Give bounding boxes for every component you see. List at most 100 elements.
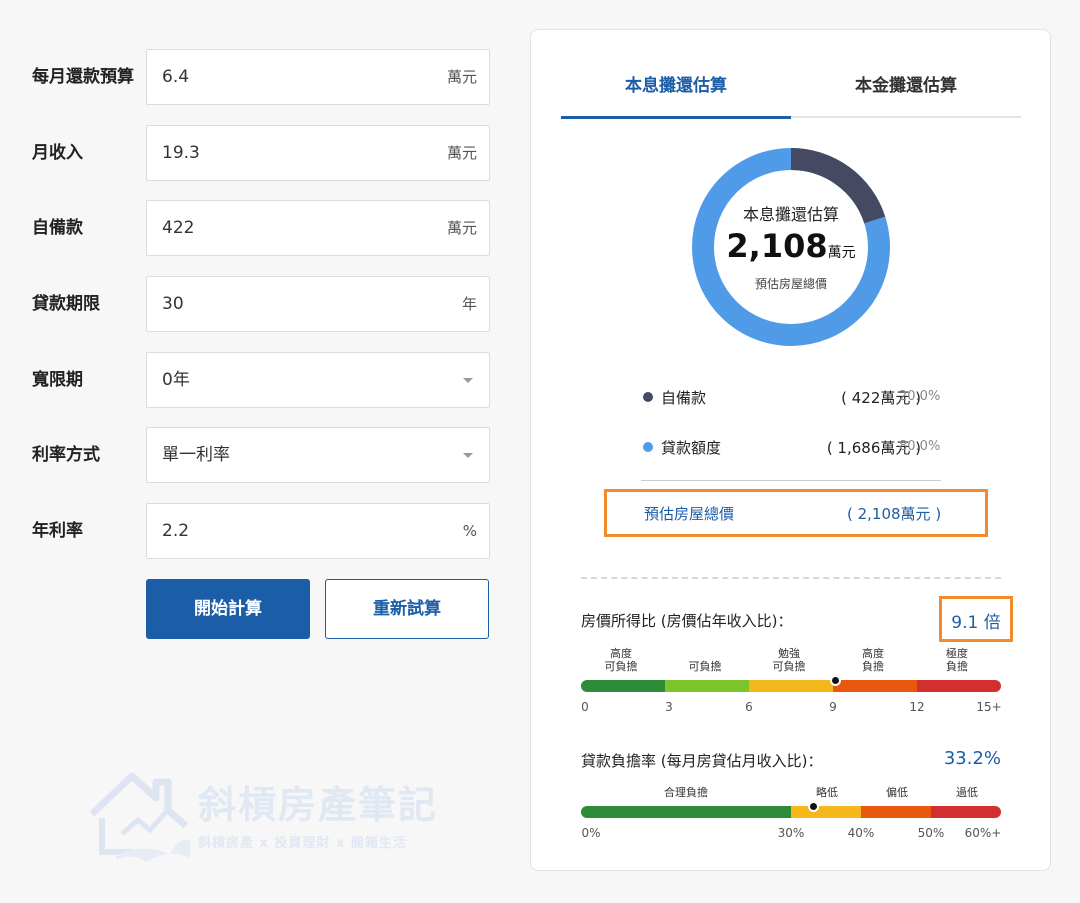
watermark-title: 斜槓房產筆記 xyxy=(198,782,439,827)
lb-level-1: 略低 xyxy=(816,786,838,799)
down-payment-unit: 萬元 xyxy=(446,219,477,237)
annual-rate-row: 年利率 2.2 % xyxy=(0,503,500,559)
legend-loan: 貸款額度 ( 1,686萬元 ) 80.0% xyxy=(641,435,961,459)
pi-level-4: 極度 負擔 xyxy=(946,647,968,673)
monthly-budget-row: 每月還款預算 6.4 萬元 xyxy=(0,49,500,105)
pi-segment-2 xyxy=(749,680,833,692)
pi-tick-5: 15+ xyxy=(976,700,1002,714)
chevron-down-icon xyxy=(463,378,473,383)
annual-rate-label: 年利率 xyxy=(32,521,83,541)
lb-segment-0 xyxy=(581,806,791,818)
legend-divider xyxy=(641,480,941,481)
annual-rate-unit: % xyxy=(462,522,477,540)
loan-burden-marker xyxy=(807,801,819,812)
price-income-label: 房價所得比 (房價佔年收入比)： xyxy=(581,612,793,630)
monthly-income-row: 月收入 19.3 萬元 xyxy=(0,125,500,181)
reset-button[interactable]: 重新試算 xyxy=(325,579,489,639)
annual-rate-value: 2.2 xyxy=(162,521,190,541)
loan-term-unit: 年 xyxy=(461,295,477,313)
donut-chart: 本息攤還估算 2,108萬元 預估房屋總價 xyxy=(691,147,891,347)
legend-label: 自備款 xyxy=(661,389,707,407)
pi-tick-4: 12 xyxy=(909,700,925,714)
lb-segment-1 xyxy=(791,806,861,818)
pi-tick-3: 9 xyxy=(829,700,837,714)
result-tabs: 本息攤還估算 本金攤還估算 xyxy=(561,66,1021,119)
pi-level-3: 高度 負擔 xyxy=(862,647,884,673)
loan-term-row: 貸款期限 30 年 xyxy=(0,276,500,332)
donut-value: 2,108萬元 xyxy=(691,227,891,265)
annual-rate-input[interactable]: 2.2 % xyxy=(146,503,490,559)
monthly-budget-value: 6.4 xyxy=(162,67,190,87)
monthly-income-label: 月收入 xyxy=(32,143,83,163)
loan-burden-bar xyxy=(581,806,1001,818)
rate-type-label: 利率方式 xyxy=(32,445,100,465)
donut-unit: 萬元 xyxy=(827,245,856,261)
tab-equal-principal[interactable]: 本金攤還估算 xyxy=(791,66,1021,118)
pi-tick-1: 3 xyxy=(665,700,673,714)
loan-term-input[interactable]: 30 年 xyxy=(146,276,490,332)
lb-level-2: 偏低 xyxy=(886,786,908,799)
down-payment-input[interactable]: 422 萬元 xyxy=(146,200,490,256)
loan-term-label: 貸款期限 xyxy=(32,294,100,314)
monthly-income-input[interactable]: 19.3 萬元 xyxy=(146,125,490,181)
total-price-box: 預估房屋總價 ( 2,108萬元 ) xyxy=(604,489,988,537)
lb-level-3: 過低 xyxy=(956,786,978,799)
pi-segment-3 xyxy=(833,680,917,692)
donut-center: 本息攤還估算 2,108萬元 預估房屋總價 xyxy=(691,147,891,347)
pi-segment-0 xyxy=(581,680,665,692)
lb-tick-0: 0% xyxy=(581,826,601,840)
lb-tick-3: 50% xyxy=(917,826,945,840)
grace-period-select[interactable]: 0年 xyxy=(146,352,490,408)
pi-tick-2: 6 xyxy=(745,700,753,714)
pi-segment-4 xyxy=(917,680,1001,692)
rate-type-select[interactable]: 單一利率 xyxy=(146,427,490,483)
legend-dot xyxy=(643,442,653,452)
grace-period-label: 寬限期 xyxy=(32,370,83,390)
watermark: 斜槓房產筆記 斜槓房產 x 投資理財 x 開箱生活 xyxy=(86,768,446,868)
lb-tick-4: 60%+ xyxy=(964,826,1002,840)
monthly-income-value: 19.3 xyxy=(162,143,200,163)
lb-level-0: 合理負擔 xyxy=(664,786,708,799)
legend-dot xyxy=(643,392,653,402)
down-payment-label: 自備款 xyxy=(32,218,83,238)
legend-label: 貸款額度 xyxy=(661,439,722,457)
loan-burden-label: 貸款負擔率 (每月房貸佔月收入比)： xyxy=(581,752,823,770)
pi-level-2: 勉強 可負擔 xyxy=(772,647,806,673)
lb-segment-3 xyxy=(931,806,1001,818)
pi-segment-1 xyxy=(665,680,749,692)
grace-period-value: 0年 xyxy=(162,370,190,390)
down-payment-row: 自備款 422 萬元 xyxy=(0,200,500,256)
price-income-bar xyxy=(581,680,1001,692)
tab-equal-payment[interactable]: 本息攤還估算 xyxy=(561,66,791,119)
rate-type-value: 單一利率 xyxy=(162,445,230,465)
legend-down-payment: 自備款 ( 422萬元 ) 20.0% xyxy=(641,385,961,409)
legend-pct: 80.0% xyxy=(899,439,941,454)
total-price-label: 預估房屋總價 xyxy=(644,505,735,523)
pi-level-0: 高度 可負擔 xyxy=(604,647,638,673)
donut-number: 2,108 xyxy=(726,227,828,265)
chevron-down-icon xyxy=(463,453,473,458)
donut-subtitle: 預估房屋總價 xyxy=(754,277,827,291)
calculate-button[interactable]: 開始計算 xyxy=(146,579,310,639)
monthly-budget-input[interactable]: 6.4 萬元 xyxy=(146,49,490,105)
pi-tick-0: 0 xyxy=(581,700,589,714)
legend-pct: 20.0% xyxy=(899,389,941,404)
grace-period-row: 寬限期 0年 xyxy=(0,352,500,408)
lb-segment-2 xyxy=(861,806,931,818)
price-income-value: 9.1 倍 xyxy=(951,613,1001,633)
total-price-value: ( 2,108萬元 ) xyxy=(847,505,942,523)
lb-tick-1: 30% xyxy=(777,826,805,840)
rate-type-row: 利率方式 單一利率 xyxy=(0,427,500,483)
lb-tick-2: 40% xyxy=(847,826,875,840)
monthly-income-unit: 萬元 xyxy=(446,144,477,162)
dashed-divider xyxy=(581,577,1001,579)
down-payment-value: 422 xyxy=(162,218,195,238)
pi-level-1: 可負擔 xyxy=(688,660,722,673)
price-income-box: 9.1 倍 xyxy=(939,596,1013,642)
loan-term-value: 30 xyxy=(162,294,184,314)
monthly-budget-label: 每月還款預算 xyxy=(32,67,134,87)
loan-burden-value: 33.2% xyxy=(943,748,1001,769)
monthly-budget-unit: 萬元 xyxy=(446,68,477,86)
result-card: 本息攤還估算 本金攤還估算 本息攤還估算 2,108萬元 預估房屋總價 自備款 … xyxy=(530,29,1051,871)
house-book-logo xyxy=(89,772,190,862)
